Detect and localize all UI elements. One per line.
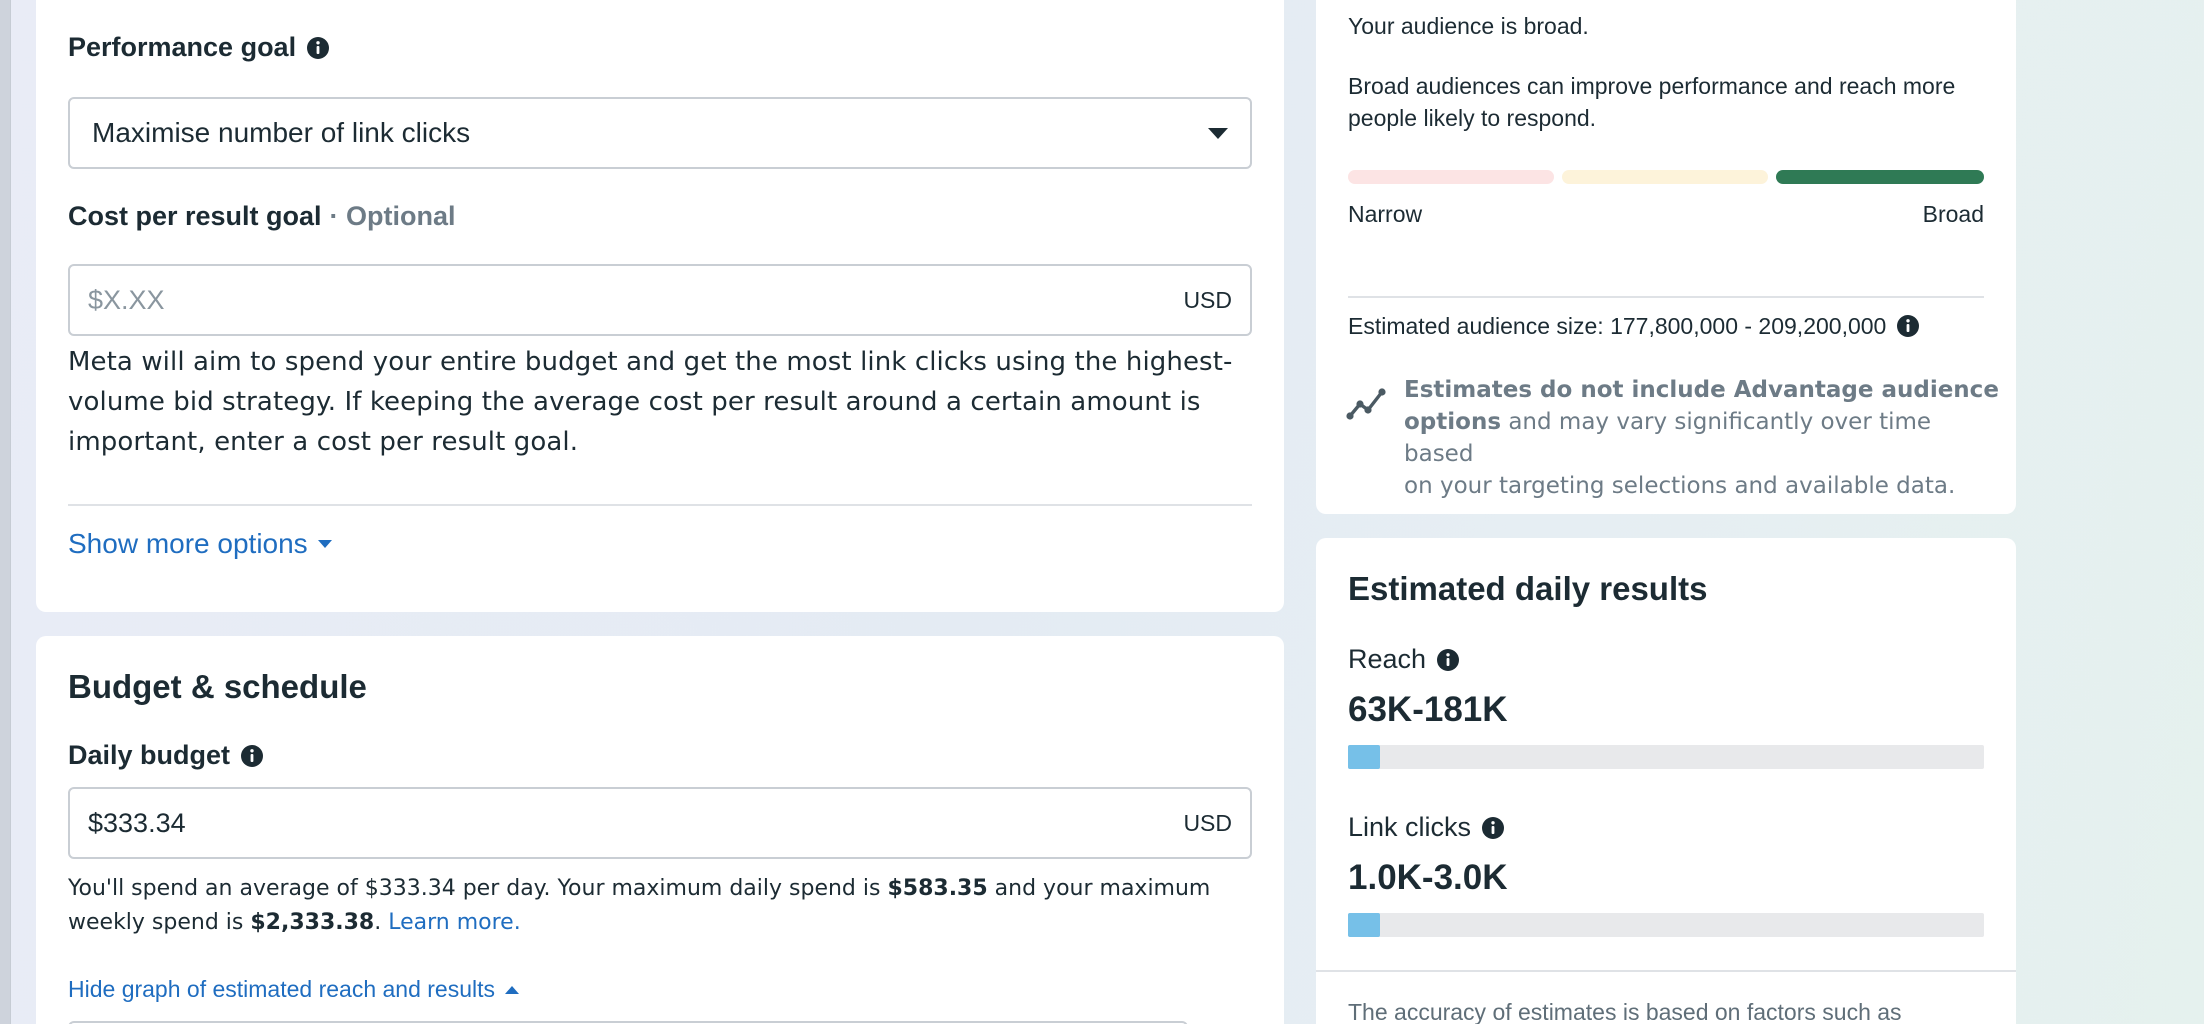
learn-more-link[interactable]: Learn more. <box>388 910 520 935</box>
link-clicks-bar-track <box>1348 913 1984 937</box>
reach-bar-fill <box>1348 745 1380 769</box>
budget-section-title: Budget & schedule <box>68 668 367 705</box>
info-icon[interactable] <box>1481 816 1505 840</box>
cost-per-result-input[interactable] <box>88 284 1172 316</box>
metric-label-reach: Reach <box>1348 644 1460 675</box>
section-divider <box>68 504 1252 506</box>
chevron-down-icon <box>1208 127 1228 139</box>
results-title: Estimated daily results <box>1348 570 1708 607</box>
audience-breadth-meter <box>1348 170 1984 184</box>
meter-segment-broad <box>1776 170 1984 184</box>
chevron-up-icon <box>505 985 520 994</box>
performance-goal-value: Maximise number of link clicks <box>92 117 471 148</box>
info-icon[interactable] <box>306 36 330 60</box>
meter-label-narrow: Narrow <box>1348 201 1423 227</box>
audience-divider <box>1348 296 1984 298</box>
chevron-down-icon <box>317 540 332 548</box>
spend-summary: You'll spend an average of $333.34 per d… <box>68 876 1211 935</box>
results-divider <box>1316 970 2016 972</box>
performance-goal-card: Performance goal Maximise number of link… <box>36 0 1284 612</box>
audience-definition-card: Your audience is broad. Broad audiences … <box>1316 0 2016 514</box>
daily-budget-input[interactable] <box>88 807 1172 839</box>
audience-description: Broad audiences can improve performance … <box>1348 73 1956 131</box>
show-more-options-link[interactable]: Show more options <box>68 528 332 560</box>
budget-schedule-card: Budget & schedule Daily budget USD You'l… <box>36 636 1284 1024</box>
meter-segment-narrow <box>1348 170 1554 184</box>
info-icon[interactable] <box>1436 648 1460 672</box>
max-weekly-spend: $2,333.38 <box>250 910 375 935</box>
bid-strategy-help: Meta will aim to spend your entire budge… <box>68 347 1233 457</box>
currency-unit: USD <box>1183 286 1232 313</box>
estimate-disclaimer: Estimates do not include Advantage audie… <box>1404 377 1999 499</box>
trend-icon <box>1346 386 1388 422</box>
cost-per-result-label: Cost per result goal · Optional <box>68 201 456 231</box>
performance-goal-label: Performance goal <box>68 32 330 63</box>
reach-bar-track <box>1348 745 1984 769</box>
max-daily-spend: $583.35 <box>887 876 988 901</box>
hide-graph-link[interactable]: Hide graph of estimated reach and result… <box>68 976 520 1003</box>
estimated-audience-size: Estimated audience size: 177,800,000 - 2… <box>1348 313 1887 339</box>
cost-per-result-field[interactable]: USD <box>68 264 1252 336</box>
audience-status: Your audience is broad. <box>1348 13 1589 39</box>
performance-goal-select[interactable]: Maximise number of link clicks <box>68 97 1252 169</box>
estimated-results-card: Estimated daily results Reach 63K-181K L… <box>1316 538 2016 1024</box>
audience-size-row: Estimated audience size: 177,800,000 - 2… <box>1348 310 1920 342</box>
meter-segment-mid <box>1562 170 1768 184</box>
daily-budget-field[interactable]: USD <box>68 787 1252 859</box>
metric-value-reach: 63K-181K <box>1348 690 1508 729</box>
accuracy-note: The accuracy of estimates is based on fa… <box>1348 999 1902 1024</box>
currency-unit: USD <box>1183 809 1232 836</box>
metric-value-link-clicks: 1.0K-3.0K <box>1348 858 1508 897</box>
info-icon[interactable] <box>240 744 264 768</box>
left-edge-border <box>0 0 11 1024</box>
metric-label-link-clicks: Link clicks <box>1348 812 1505 843</box>
info-icon[interactable] <box>1896 314 1920 338</box>
optional-tag: · Optional <box>329 201 456 231</box>
meter-label-broad: Broad <box>1922 201 1984 227</box>
link-clicks-bar-fill <box>1348 913 1380 937</box>
daily-budget-label: Daily budget <box>68 740 264 771</box>
